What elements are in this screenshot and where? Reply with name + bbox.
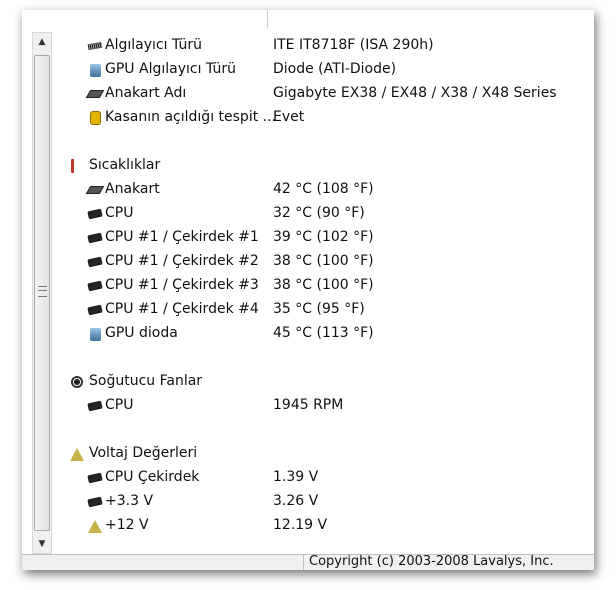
list-item[interactable]: CPU 32 °C (90 °F) xyxy=(54,202,594,226)
list-item[interactable]: +3.3 V 3.26 V xyxy=(54,490,594,514)
list-item[interactable]: CPU #1 / Çekirdek #4 35 °C (95 °F) xyxy=(54,298,594,322)
cpu-icon xyxy=(87,495,103,509)
scroll-up-arrow-icon[interactable]: ▲ xyxy=(33,33,51,51)
voltage-warning-icon xyxy=(70,447,84,461)
item-value: Evet xyxy=(273,109,305,125)
item-label: Algılayıcı Türü xyxy=(105,37,203,53)
list-item[interactable]: +12 V 12.19 V xyxy=(54,514,594,538)
sensor-window: ▲ ▼ Algılayıcı Türü ITE IT8718F (ISA 290… xyxy=(22,10,594,570)
thermometer-icon xyxy=(70,159,84,173)
section-label: Sıcaklıklar xyxy=(89,157,161,173)
cpu-icon xyxy=(87,279,103,293)
item-label: CPU xyxy=(105,397,134,413)
list-item[interactable]: CPU 1945 RPM xyxy=(54,394,594,418)
list-item[interactable]: CPU #1 / Çekirdek #2 38 °C (100 °F) xyxy=(54,250,594,274)
gpu-icon xyxy=(88,327,102,341)
fan-icon xyxy=(70,375,84,389)
cpu-icon xyxy=(87,303,103,317)
scrollbar-grip-icon xyxy=(38,286,47,297)
cpu-icon xyxy=(87,471,103,485)
item-label: Kasanın açıldığı tespit ... xyxy=(105,109,276,125)
item-label: +12 V xyxy=(105,517,149,533)
item-value: 39 °C (102 °F) xyxy=(273,229,374,245)
item-value: 38 °C (100 °F) xyxy=(273,253,374,269)
item-label: GPU dioda xyxy=(105,325,178,341)
section-label: Voltaj Değerleri xyxy=(89,445,198,461)
list-item[interactable]: GPU dioda 45 °C (113 °F) xyxy=(54,322,594,346)
item-label: CPU #1 / Çekirdek #3 xyxy=(105,277,259,293)
sensor-list: Algılayıcı Türü ITE IT8718F (ISA 290h) G… xyxy=(54,10,594,570)
item-value: 35 °C (95 °F) xyxy=(273,301,365,317)
list-item[interactable]: GPU Algılayıcı Türü Diode (ATI-Diode) xyxy=(54,58,594,82)
section-header[interactable]: Soğutucu Fanlar xyxy=(54,370,594,394)
item-value: ITE IT8718F (ISA 290h) xyxy=(273,37,434,53)
cpu-icon xyxy=(87,207,103,221)
list-item[interactable]: Kasanın açıldığı tespit ... Evet xyxy=(54,106,594,130)
list-item[interactable]: CPU #1 / Çekirdek #1 39 °C (102 °F) xyxy=(54,226,594,250)
cpu-icon xyxy=(87,231,103,245)
item-value: 1945 RPM xyxy=(273,397,344,413)
item-label: CPU #1 / Çekirdek #1 xyxy=(105,229,259,245)
item-label: Anakart Adı xyxy=(105,85,187,101)
item-value: Gigabyte EX38 / EX48 / X38 / X48 Series xyxy=(273,85,557,101)
list-item[interactable]: Anakart 42 °C (108 °F) xyxy=(54,178,594,202)
list-item[interactable]: Anakart Adı Gigabyte EX38 / EX48 / X38 /… xyxy=(54,82,594,106)
column-separator xyxy=(267,10,268,28)
item-label: +3.3 V xyxy=(105,493,154,509)
motherboard-icon xyxy=(85,183,105,197)
cpu-icon xyxy=(87,255,103,269)
cpu-icon xyxy=(87,399,103,413)
item-label: CPU #1 / Çekirdek #2 xyxy=(105,253,259,269)
section-header[interactable]: Voltaj Değerleri xyxy=(54,442,594,466)
item-label: CPU #1 / Çekirdek #4 xyxy=(105,301,259,317)
item-label: GPU Algılayıcı Türü xyxy=(105,61,237,77)
motherboard-icon xyxy=(85,87,105,101)
list-item[interactable]: Algılayıcı Türü ITE IT8718F (ISA 290h) xyxy=(54,34,594,58)
item-label: Anakart xyxy=(105,181,160,197)
gpu-icon xyxy=(88,63,102,77)
voltage-warning-icon xyxy=(88,519,102,533)
sensor-icon xyxy=(87,39,103,53)
item-value: 38 °C (100 °F) xyxy=(273,277,374,293)
item-value: 32 °C (90 °F) xyxy=(273,205,365,221)
scroll-down-arrow-icon[interactable]: ▼ xyxy=(33,535,51,553)
copyright-text: Copyright (c) 2003-2008 Lavalys, Inc. xyxy=(309,554,554,569)
vertical-scrollbar[interactable]: ▲ ▼ xyxy=(32,32,52,554)
item-value: 12.19 V xyxy=(273,517,328,533)
list-item[interactable]: CPU Çekirdek 1.39 V xyxy=(54,466,594,490)
status-bar: Copyright (c) 2003-2008 Lavalys, Inc. xyxy=(22,554,594,570)
item-label: CPU Çekirdek xyxy=(105,469,200,485)
item-value: 42 °C (108 °F) xyxy=(273,181,374,197)
list-item[interactable]: CPU #1 / Çekirdek #3 38 °C (100 °F) xyxy=(54,274,594,298)
section-label: Soğutucu Fanlar xyxy=(89,373,203,389)
scrollbar-thumb[interactable] xyxy=(34,55,50,531)
item-value: Diode (ATI-Diode) xyxy=(273,61,397,77)
section-header[interactable]: Sıcaklıklar xyxy=(54,154,594,178)
item-value: 3.26 V xyxy=(273,493,319,509)
item-label: CPU xyxy=(105,205,134,221)
item-value: 45 °C (113 °F) xyxy=(273,325,374,341)
status-separator xyxy=(303,555,304,570)
item-value: 1.39 V xyxy=(273,469,319,485)
lock-icon xyxy=(88,111,102,125)
